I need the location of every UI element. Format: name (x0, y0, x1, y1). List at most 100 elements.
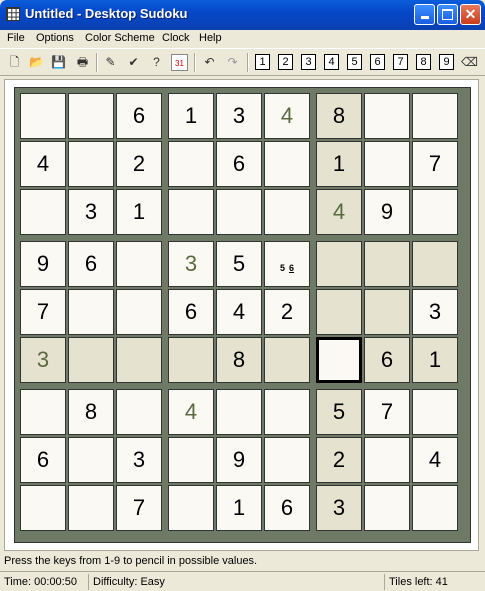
sudoku-cell-r9-c9[interactable] (412, 485, 458, 531)
sudoku-cell-r7-c2[interactable]: 8 (68, 389, 114, 435)
open-icon[interactable]: 📂 (28, 54, 45, 71)
sudoku-cell-r6-c5[interactable]: 8 (216, 337, 262, 383)
new-icon[interactable]: 🗋 (6, 54, 23, 71)
sudoku-cell-r9-c4[interactable] (168, 485, 214, 531)
sudoku-cell-r2-c5[interactable]: 6 (216, 141, 262, 187)
sudoku-cell-r5-c1[interactable]: 7 (20, 289, 66, 335)
sudoku-cell-r1-c5[interactable]: 3 (216, 93, 262, 139)
sudoku-cell-r3-c4[interactable] (168, 189, 214, 235)
sudoku-cell-r3-c6[interactable] (264, 189, 310, 235)
sudoku-cell-r2-c6[interactable] (264, 141, 310, 187)
sudoku-cell-r1-c3[interactable]: 6 (116, 93, 162, 139)
menu-options[interactable]: Options (36, 32, 74, 44)
sudoku-cell-r3-c9[interactable] (412, 189, 458, 235)
sudoku-cell-r1-c2[interactable] (68, 93, 114, 139)
sudoku-cell-r1-c9[interactable] (412, 93, 458, 139)
sudoku-cell-r6-c9[interactable]: 1 (412, 337, 458, 383)
number-button-4[interactable]: 4 (324, 54, 339, 70)
number-button-9[interactable]: 9 (439, 54, 454, 70)
sudoku-cell-r8-c5[interactable]: 9 (216, 437, 262, 483)
sudoku-cell-r8-c1[interactable]: 6 (20, 437, 66, 483)
magic-wand-icon[interactable]: ✎ (102, 54, 119, 71)
sudoku-cell-r2-c3[interactable]: 2 (116, 141, 162, 187)
sudoku-cell-r1-c1[interactable] (20, 93, 66, 139)
sudoku-cell-r2-c8[interactable] (364, 141, 410, 187)
number-button-7[interactable]: 7 (393, 54, 408, 70)
redo-icon[interactable]: ↷ (224, 54, 241, 71)
print-icon[interactable]: 🖶 (74, 54, 91, 71)
sudoku-cell-r7-c8[interactable]: 7 (364, 389, 410, 435)
sudoku-cell-r6-c4[interactable] (168, 337, 214, 383)
number-button-1[interactable]: 1 (255, 54, 270, 70)
sudoku-cell-r9-c7[interactable]: 3 (316, 485, 362, 531)
sudoku-cell-r7-c1[interactable] (20, 389, 66, 435)
hint-icon[interactable]: ? (148, 54, 165, 71)
sudoku-cell-r5-c9[interactable]: 3 (412, 289, 458, 335)
number-button-5[interactable]: 5 (347, 54, 362, 70)
number-button-3[interactable]: 3 (301, 54, 316, 70)
sudoku-cell-r8-c8[interactable] (364, 437, 410, 483)
sudoku-cell-r3-c2[interactable]: 3 (68, 189, 114, 235)
sudoku-cell-r5-c5[interactable]: 4 (216, 289, 262, 335)
maximize-button[interactable] (437, 4, 458, 25)
sudoku-cell-r6-c7[interactable] (316, 337, 362, 383)
sudoku-cell-r4-c3[interactable] (116, 241, 162, 287)
eraser-icon[interactable]: ⌫ (461, 54, 478, 71)
sudoku-cell-r9-c2[interactable] (68, 485, 114, 531)
check-grid-icon[interactable]: ✔ (125, 54, 142, 71)
minimize-button[interactable] (414, 4, 435, 25)
menu-file[interactable]: File (7, 32, 25, 44)
sudoku-cell-r7-c9[interactable] (412, 389, 458, 435)
sudoku-cell-r9-c5[interactable]: 1 (216, 485, 262, 531)
sudoku-cell-r1-c4[interactable]: 1 (168, 93, 214, 139)
sudoku-cell-r5-c8[interactable] (364, 289, 410, 335)
sudoku-cell-r6-c3[interactable] (116, 337, 162, 383)
sudoku-cell-r2-c2[interactable] (68, 141, 114, 187)
sudoku-cell-r4-c5[interactable]: 5 (216, 241, 262, 287)
sudoku-cell-r2-c9[interactable]: 7 (412, 141, 458, 187)
sudoku-cell-r2-c1[interactable]: 4 (20, 141, 66, 187)
sudoku-cell-r4-c4[interactable]: 3 (168, 241, 214, 287)
sudoku-cell-r5-c3[interactable] (116, 289, 162, 335)
sudoku-cell-r5-c2[interactable] (68, 289, 114, 335)
menu-clock[interactable]: Clock (162, 32, 190, 44)
sudoku-cell-r4-c9[interactable] (412, 241, 458, 287)
sudoku-cell-r5-c4[interactable]: 6 (168, 289, 214, 335)
sudoku-cell-r7-c7[interactable]: 5 (316, 389, 362, 435)
sudoku-cell-r9-c3[interactable]: 7 (116, 485, 162, 531)
number-button-2[interactable]: 2 (278, 54, 293, 70)
sudoku-cell-r4-c2[interactable]: 6 (68, 241, 114, 287)
sudoku-cell-r6-c2[interactable] (68, 337, 114, 383)
sudoku-cell-r8-c6[interactable] (264, 437, 310, 483)
pencil-mode-icon[interactable]: 31 (171, 54, 188, 71)
save-icon[interactable]: 💾 (50, 54, 67, 71)
sudoku-cell-r4-c6[interactable]: 56 (264, 241, 310, 287)
sudoku-cell-r3-c7[interactable]: 4 (316, 189, 362, 235)
sudoku-cell-r7-c5[interactable] (216, 389, 262, 435)
menu-help[interactable]: Help (199, 32, 222, 44)
undo-icon[interactable]: ↶ (201, 54, 218, 71)
close-button[interactable]: ✕ (460, 4, 481, 25)
menu-color-scheme[interactable]: Color Scheme (85, 32, 155, 44)
sudoku-cell-r9-c1[interactable] (20, 485, 66, 531)
sudoku-cell-r9-c6[interactable]: 6 (264, 485, 310, 531)
sudoku-cell-r3-c3[interactable]: 1 (116, 189, 162, 235)
sudoku-cell-r2-c7[interactable]: 1 (316, 141, 362, 187)
sudoku-cell-r7-c6[interactable] (264, 389, 310, 435)
sudoku-cell-r8-c3[interactable]: 3 (116, 437, 162, 483)
sudoku-cell-r8-c7[interactable]: 2 (316, 437, 362, 483)
number-button-8[interactable]: 8 (416, 54, 431, 70)
sudoku-cell-r6-c8[interactable]: 6 (364, 337, 410, 383)
sudoku-cell-r5-c6[interactable]: 2 (264, 289, 310, 335)
sudoku-app-icon[interactable] (6, 7, 20, 21)
sudoku-cell-r9-c8[interactable] (364, 485, 410, 531)
sudoku-cell-r3-c8[interactable]: 9 (364, 189, 410, 235)
sudoku-cell-r8-c9[interactable]: 4 (412, 437, 458, 483)
sudoku-cell-r3-c5[interactable] (216, 189, 262, 235)
sudoku-cell-r8-c2[interactable] (68, 437, 114, 483)
sudoku-cell-r7-c4[interactable]: 4 (168, 389, 214, 435)
sudoku-cell-r4-c8[interactable] (364, 241, 410, 287)
sudoku-cell-r6-c6[interactable] (264, 337, 310, 383)
sudoku-cell-r1-c6[interactable]: 4 (264, 93, 310, 139)
sudoku-cell-r4-c1[interactable]: 9 (20, 241, 66, 287)
